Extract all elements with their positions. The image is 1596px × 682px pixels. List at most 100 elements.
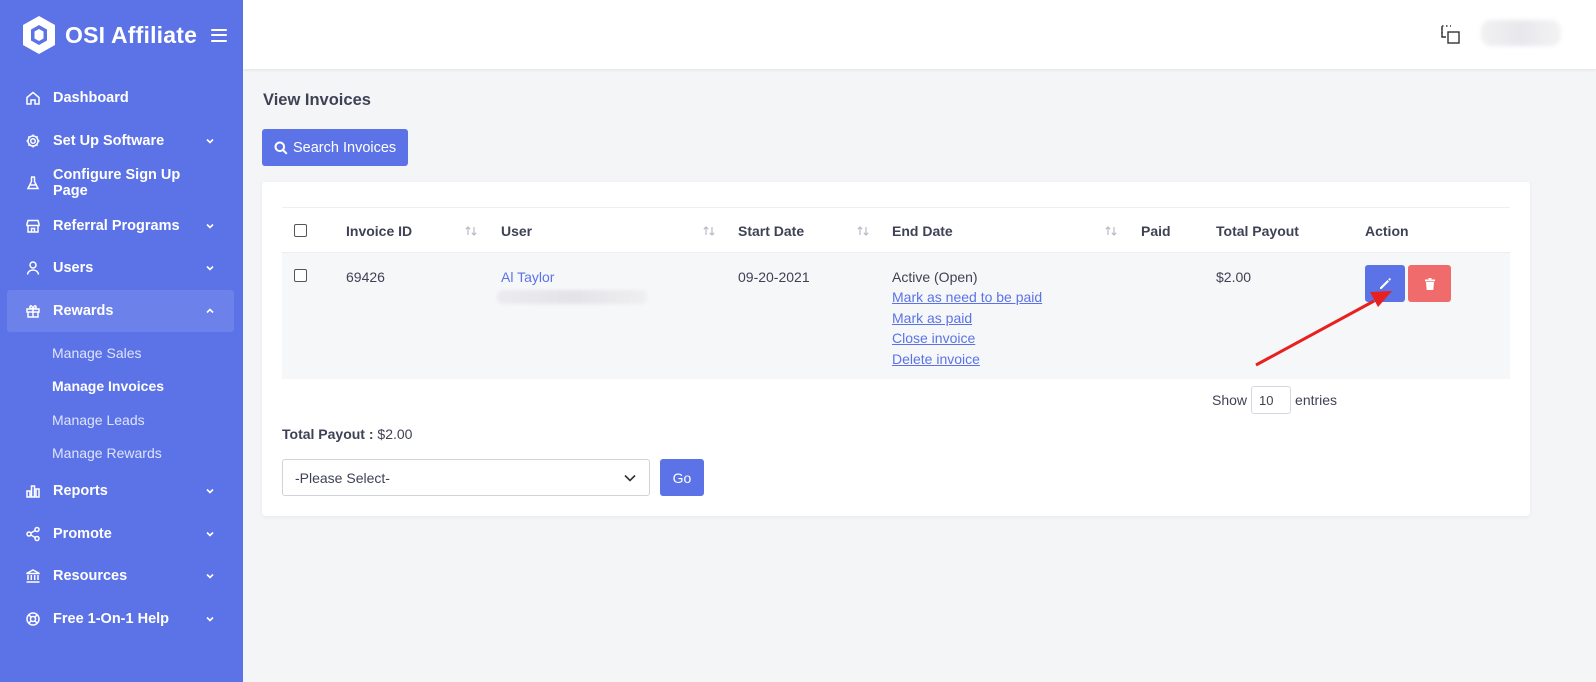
- sidebar-item-reports[interactable]: Reports: [0, 470, 243, 513]
- menu-toggle-icon[interactable]: [211, 28, 228, 42]
- col-user[interactable]: User: [501, 208, 532, 253]
- select-value: -Please Select-: [295, 469, 390, 486]
- col-total-payout: Total Payout: [1216, 222, 1299, 239]
- lifebuoy-icon: [24, 610, 42, 628]
- sidebar-item-promote[interactable]: Promote: [0, 513, 243, 556]
- sidebar-item-label: Users: [53, 260, 94, 277]
- col-start-date[interactable]: Start Date: [738, 208, 804, 253]
- chevron-down-icon: [206, 223, 214, 229]
- rewards-subnav: Manage Sales Manage Invoices Manage Lead…: [0, 336, 243, 470]
- share-icon: [24, 525, 42, 543]
- table-header: Invoice ID User Start Date End Date Paid…: [282, 207, 1510, 253]
- sidebar: OSI Affiliate Dashboard Set Up Software …: [0, 0, 243, 682]
- sidebar-item-label: Referral Programs: [53, 217, 180, 234]
- chevron-down-icon: [206, 489, 214, 494]
- sidebar-item-users[interactable]: Users: [0, 247, 243, 290]
- delete-button[interactable]: [1408, 265, 1451, 302]
- sort-icon[interactable]: [702, 224, 716, 236]
- bar-chart-icon: [24, 482, 42, 500]
- table-row: 69426 Al Taylor 09-20-2021 Active (Open)…: [282, 253, 1510, 379]
- user-profile-blurred[interactable]: [1481, 20, 1561, 46]
- col-end-date[interactable]: End Date: [892, 208, 953, 253]
- col-invoice-id[interactable]: Invoice ID: [346, 208, 412, 253]
- store-icon: [24, 217, 42, 235]
- sidebar-item-label: Promote: [53, 525, 112, 542]
- sidebar-item-label: Reports: [53, 483, 108, 500]
- sidebar-item-label: Resources: [53, 568, 128, 585]
- delete-invoice-link[interactable]: Delete invoice: [892, 349, 1042, 370]
- page-title: View Invoices: [263, 91, 371, 109]
- top-header: [243, 0, 1596, 69]
- select-all-checkbox[interactable]: [294, 224, 307, 237]
- sidebar-item-label: Dashboard: [53, 90, 129, 107]
- search-invoices-button[interactable]: Search Invoices: [262, 129, 409, 166]
- mark-as-paid-link[interactable]: Mark as paid: [892, 308, 1042, 329]
- chevron-down-icon: [206, 616, 214, 622]
- total-payout-amount: $2.00: [377, 426, 413, 442]
- total-payout-label: Total Payout :: [282, 426, 374, 442]
- sidebar-item-configure-sign-up-page[interactable]: Configure Sign Up Page: [0, 162, 243, 205]
- brand: OSI Affiliate: [0, 0, 243, 70]
- subnav-item-manage-invoices[interactable]: Manage Invoices: [0, 370, 243, 404]
- subnav-item-manage-leads[interactable]: Manage Leads: [0, 403, 243, 437]
- brand-name: OSI Affiliate: [65, 21, 198, 48]
- sidebar-item-referral-programs[interactable]: Referral Programs: [0, 205, 243, 248]
- pencil-icon: [1380, 277, 1391, 289]
- fullscreen-icon[interactable]: [1440, 24, 1462, 46]
- sidebar-item-label: Free 1-On-1 Help: [53, 610, 170, 627]
- select-all-cell: [294, 208, 307, 253]
- sidebar-item-rewards[interactable]: Rewards: [7, 289, 234, 332]
- main-content: View Invoices Search Invoices Invoice ID…: [243, 69, 1596, 682]
- gift-icon: [24, 302, 42, 320]
- col-action: Action: [1365, 222, 1409, 239]
- home-icon: [24, 89, 42, 107]
- close-invoice-link[interactable]: Close invoice: [892, 328, 1042, 349]
- sidebar-nav: Dashboard Set Up Software Configure Sign…: [0, 77, 243, 332]
- show-entries: Show 10 entries: [1212, 386, 1337, 414]
- gear-icon: [24, 132, 42, 150]
- chevron-down-icon: [624, 474, 636, 482]
- sidebar-item-label: Configure Sign Up Page: [53, 167, 181, 200]
- sidebar-item-label: Rewards: [53, 302, 114, 319]
- subnav-item-manage-rewards[interactable]: Manage Rewards: [0, 437, 243, 471]
- go-button[interactable]: Go: [660, 459, 704, 496]
- trash-icon: [1424, 277, 1435, 290]
- subnav-item-manage-sales[interactable]: Manage Sales: [0, 336, 243, 370]
- start-date: 09-20-2021: [738, 269, 810, 285]
- invoice-actions-links: Mark as need to be paid Mark as paid Clo…: [892, 287, 1042, 370]
- search-invoices-label: Search Invoices: [293, 139, 397, 156]
- flask-icon: [24, 174, 42, 192]
- user-email-blurred: [497, 290, 647, 304]
- sidebar-nav-lower: Reports Promote Resources Free 1-On-1 He…: [0, 470, 243, 640]
- chevron-down-icon: [206, 266, 214, 271]
- sidebar-item-dashboard[interactable]: Dashboard: [0, 77, 243, 120]
- sort-icon[interactable]: [856, 224, 870, 236]
- row-checkbox[interactable]: [294, 269, 307, 282]
- osi-logo-icon: [23, 16, 55, 54]
- total-payout-value: $2.00: [1216, 269, 1252, 285]
- user-link[interactable]: Al Taylor: [501, 269, 554, 285]
- user-icon: [24, 259, 42, 277]
- sidebar-item-label: Set Up Software: [53, 132, 165, 149]
- chevron-down-icon: [206, 574, 214, 579]
- bulk-action-select[interactable]: -Please Select-: [282, 459, 650, 496]
- sort-icon[interactable]: [464, 224, 478, 236]
- search-icon: [274, 141, 288, 155]
- mark-need-to-be-paid-link[interactable]: Mark as need to be paid: [892, 287, 1042, 308]
- bank-icon: [24, 567, 42, 585]
- col-paid: Paid: [1141, 222, 1171, 239]
- total-payout-summary: Total Payout : $2.00: [282, 426, 412, 442]
- entries-input[interactable]: 10: [1251, 386, 1292, 414]
- show-label: Show: [1212, 392, 1248, 408]
- invoices-card: Invoice ID User Start Date End Date Paid…: [262, 182, 1530, 516]
- chevron-up-icon: [206, 308, 214, 313]
- sidebar-item-set-up-software[interactable]: Set Up Software: [0, 120, 243, 163]
- sidebar-item-resources[interactable]: Resources: [0, 555, 243, 598]
- sidebar-item-free-help[interactable]: Free 1-On-1 Help: [0, 598, 243, 641]
- chevron-down-icon: [206, 138, 214, 144]
- sort-icon[interactable]: [1104, 224, 1118, 236]
- edit-button[interactable]: [1365, 265, 1405, 302]
- invoice-id: 69426: [346, 269, 385, 285]
- entries-label: entries: [1295, 392, 1338, 408]
- end-date-status: Active (Open): [892, 269, 978, 285]
